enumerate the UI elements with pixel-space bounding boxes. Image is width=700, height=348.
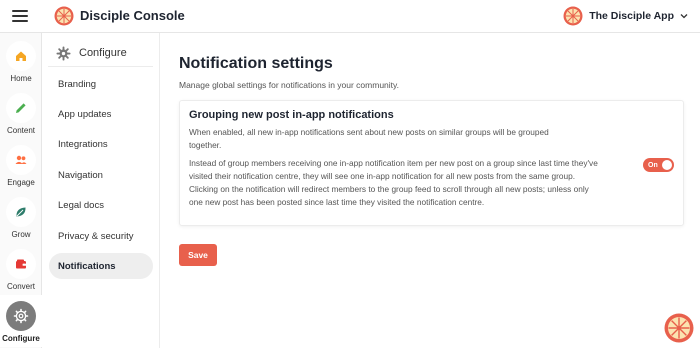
leaf-icon (6, 197, 36, 227)
app-logo-icon (563, 6, 583, 26)
rail-label-content: Content (6, 126, 36, 135)
help-fab-icon[interactable] (664, 313, 694, 343)
submenu-item-branding[interactable]: Branding (49, 71, 153, 97)
toggle-label: On (648, 161, 658, 169)
card-title: Grouping new post in-app notifications (189, 109, 394, 121)
rail-label-grow: Grow (11, 230, 31, 239)
submenu-heading: Configure (56, 41, 127, 65)
rail-label-configure: Configure (2, 334, 40, 343)
top-bar: Disciple Console The Disciple App (0, 0, 700, 33)
brand-title: Disciple Console (80, 8, 185, 23)
submenu-item-legal-docs[interactable]: Legal docs (49, 192, 153, 218)
hamburger-icon[interactable] (12, 10, 28, 24)
grouping-toggle[interactable]: On (643, 158, 674, 172)
submenu-heading-label: Configure (79, 47, 127, 59)
rail-item-configure[interactable]: Configure (0, 295, 42, 347)
card-body-text: Instead of group members receiving one i… (189, 158, 598, 207)
home-icon (6, 41, 36, 71)
app-name: The Disciple App (589, 10, 674, 22)
app-switcher[interactable]: The Disciple App (563, 6, 688, 26)
card-description: When enabled, all new in-app notificatio… (189, 127, 549, 150)
rail-label-home: Home (10, 74, 32, 83)
pencil-icon (6, 93, 36, 123)
save-button[interactable]: Save (179, 244, 217, 266)
submenu-item-navigation[interactable]: Navigation (49, 162, 153, 188)
chevron-down-icon (680, 14, 688, 19)
gear-icon (6, 301, 36, 331)
page-title: Notification settings (179, 55, 333, 72)
rail-label-engage: Engage (7, 178, 35, 187)
page-subtitle: Manage global settings for notifications… (179, 80, 400, 90)
rail-item-home[interactable]: Home (0, 35, 42, 87)
submenu-item-app-updates[interactable]: App updates (49, 101, 153, 127)
rail-label-convert: Convert (6, 282, 35, 291)
rail-item-content[interactable]: Content (0, 87, 42, 139)
people-icon (6, 145, 36, 175)
configure-submenu: Configure Branding App updates Integrati… (42, 33, 160, 348)
submenu-item-privacy-security[interactable]: Privacy & security (49, 223, 153, 249)
submenu-divider (48, 66, 153, 67)
rail-item-grow[interactable]: Grow (0, 191, 42, 243)
submenu-item-integrations[interactable]: Integrations (49, 131, 153, 157)
rail-item-convert[interactable]: Convert (0, 243, 42, 295)
submenu-item-notifications[interactable]: Notifications (49, 253, 153, 279)
toggle-knob (662, 160, 672, 170)
wallet-icon (6, 249, 36, 279)
grouping-notifications-card: Grouping new post in-app notifications W… (179, 100, 684, 226)
main-content: Notification settings Manage global sett… (160, 33, 700, 348)
brand-logo-icon (54, 6, 74, 26)
rail-item-engage[interactable]: Engage (0, 139, 42, 191)
gear-icon (56, 45, 71, 61)
main-nav-rail: Home Content Engage Grow Convert Configu… (0, 33, 42, 348)
